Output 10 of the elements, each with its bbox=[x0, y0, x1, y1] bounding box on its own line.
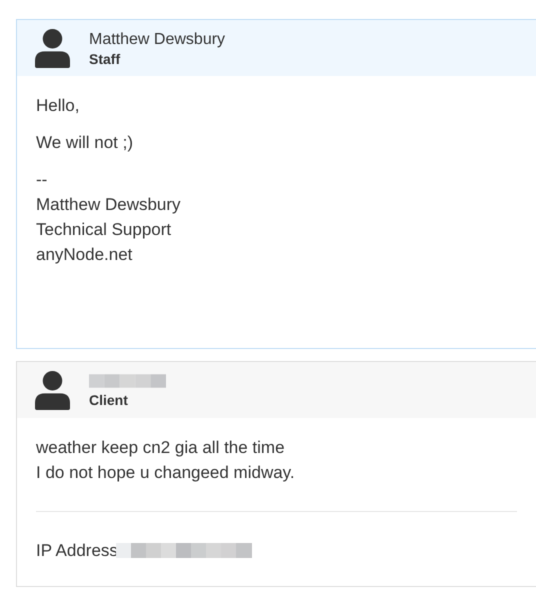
user-icon bbox=[35, 370, 70, 410]
user-icon bbox=[35, 28, 70, 68]
ip-address-label: IP Address bbox=[36, 540, 118, 562]
message-text: We will not ;) bbox=[36, 132, 134, 154]
message-text: Hello, bbox=[36, 95, 80, 117]
author-role: Staff bbox=[89, 50, 122, 68]
author-name: Matthew Dewsbury bbox=[89, 30, 226, 50]
message-text: -- Matthew Dewsbury Technical Support anyNode.net bbox=[36, 169, 182, 266]
message-text: weather keep cn2 gia all the time I do not hope u changeed midway. bbox=[36, 437, 296, 484]
author-role: Client bbox=[89, 390, 129, 408]
